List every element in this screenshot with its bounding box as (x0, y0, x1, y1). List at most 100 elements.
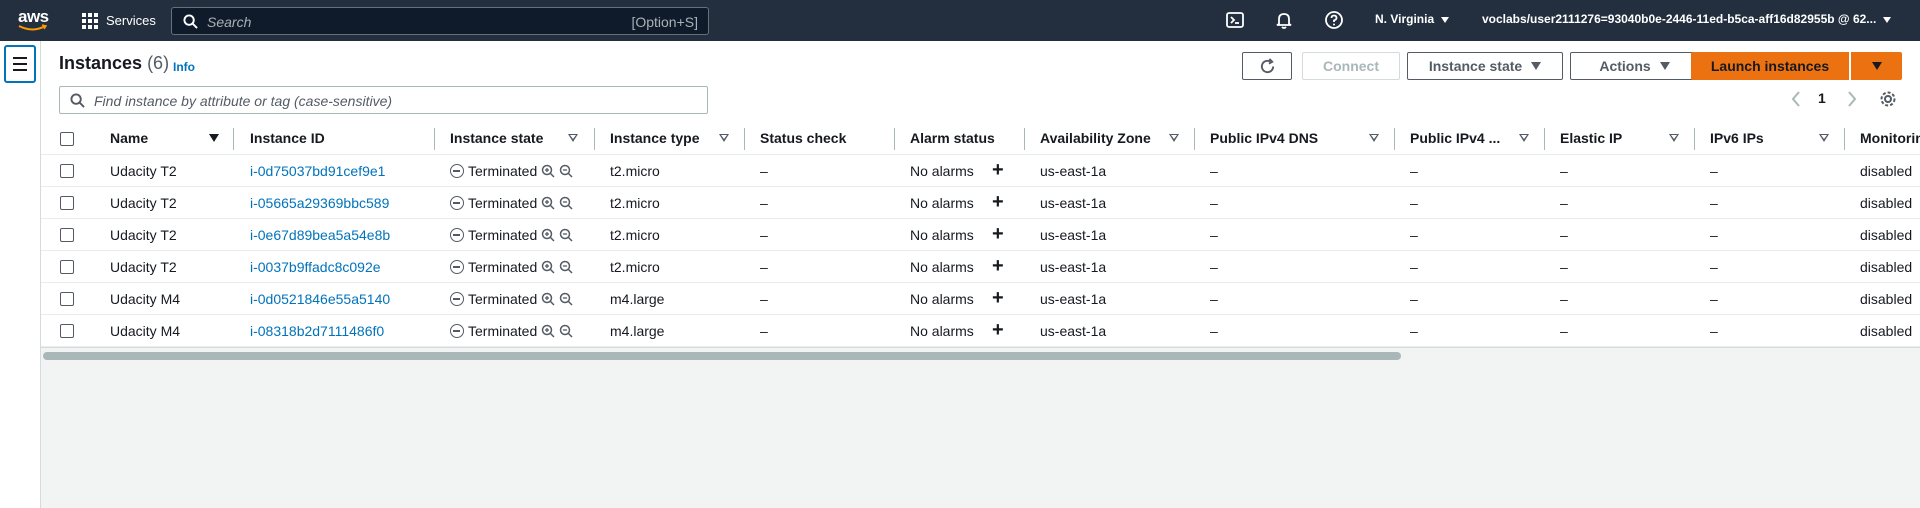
aws-logo[interactable]: aws (18, 7, 52, 33)
row-checkbox[interactable] (60, 324, 74, 338)
add-alarm-icon[interactable]: + (992, 256, 1004, 276)
caret-down-icon (1531, 62, 1542, 70)
zoom-in-icon[interactable] (541, 324, 555, 338)
column-divider[interactable] (434, 128, 435, 150)
connect-label: Connect (1323, 58, 1379, 74)
refresh-button[interactable] (1242, 52, 1292, 80)
actions-label: Actions (1599, 58, 1651, 74)
column-header-public-ipv4[interactable]: Public IPv4 ... (1410, 130, 1500, 146)
menu-toggle-button[interactable] (4, 45, 36, 83)
column-divider[interactable] (233, 128, 234, 150)
column-divider[interactable] (894, 128, 895, 150)
column-divider[interactable] (1024, 128, 1025, 150)
chevron-right-icon[interactable] (1846, 90, 1858, 108)
sort-icon[interactable] (1669, 134, 1679, 142)
table-row[interactable]: Udacity T2 i-0e67d89bea5a54e8b Terminate… (41, 219, 1920, 251)
sort-icon[interactable] (1819, 134, 1829, 142)
column-header-monitoring[interactable]: Monitoring (1860, 130, 1920, 146)
horizontal-scrollbar[interactable] (42, 350, 1920, 360)
account-menu[interactable]: voclabs/user2111276=93040b0e-2446-11ed-b… (1482, 12, 1892, 26)
zoom-in-icon[interactable] (541, 260, 555, 274)
status-check: – (760, 195, 768, 211)
column-divider[interactable] (1694, 128, 1695, 150)
column-header-elastic-ip[interactable]: Elastic IP (1560, 130, 1622, 146)
zoom-in-icon[interactable] (541, 292, 555, 306)
scrollbar-thumb[interactable] (43, 352, 1401, 360)
sort-icon[interactable] (1519, 134, 1529, 142)
column-header-availability-zone[interactable]: Availability Zone (1040, 130, 1151, 146)
instance-filter-input[interactable]: Find instance by attribute or tag (case-… (59, 86, 708, 114)
instance-type: t2.micro (610, 195, 660, 211)
column-divider[interactable] (744, 128, 745, 150)
public-ipv4-dns: – (1210, 291, 1218, 307)
bell-icon[interactable] (1274, 10, 1294, 30)
services-button[interactable]: Services (82, 10, 156, 31)
global-search-input[interactable]: Search [Option+S] (171, 7, 709, 35)
sort-icon[interactable] (568, 134, 578, 142)
column-header-instance-id[interactable]: Instance ID (250, 130, 325, 146)
column-divider[interactable] (1194, 128, 1195, 150)
zoom-out-icon[interactable] (559, 228, 573, 242)
instance-id-link[interactable]: i-0e67d89bea5a54e8b (250, 227, 390, 243)
column-divider[interactable] (1544, 128, 1545, 150)
public-ipv4-dns: – (1210, 259, 1218, 275)
column-header-name[interactable]: Name (110, 130, 148, 146)
table-row[interactable]: Udacity T2 i-05665a29369bbc589 Terminate… (41, 187, 1920, 219)
column-divider[interactable] (594, 128, 595, 150)
table-row[interactable]: Udacity M4 i-0d0521846e55a5140 Terminate… (41, 283, 1920, 315)
sort-icon[interactable] (209, 134, 219, 142)
add-alarm-icon[interactable]: + (992, 192, 1004, 212)
instance-id-link[interactable]: i-08318b2d7111486f0 (250, 323, 384, 339)
launch-instances-dropdown[interactable] (1851, 52, 1902, 80)
zoom-in-icon[interactable] (541, 196, 555, 210)
add-alarm-icon[interactable]: + (992, 288, 1004, 308)
column-header-public-ipv4-dns[interactable]: Public IPv4 DNS (1210, 130, 1318, 146)
search-icon (70, 93, 85, 108)
column-header-status-check[interactable]: Status check (760, 130, 846, 146)
chevron-left-icon[interactable] (1790, 90, 1802, 108)
instance-id-link[interactable]: i-0d75037bd91cef9e1 (250, 163, 385, 179)
instance-state-dropdown[interactable]: Instance state (1407, 52, 1563, 80)
row-checkbox[interactable] (60, 164, 74, 178)
column-header-instance-type[interactable]: Instance type (610, 130, 699, 146)
launch-instances-button[interactable]: Launch instances (1691, 52, 1849, 80)
select-all-checkbox[interactable] (60, 132, 74, 146)
sort-icon[interactable] (1169, 134, 1179, 142)
row-checkbox[interactable] (60, 228, 74, 242)
add-alarm-icon[interactable]: + (992, 320, 1004, 340)
row-checkbox[interactable] (60, 260, 74, 274)
instance-id-link[interactable]: i-0d0521846e55a5140 (250, 291, 390, 307)
region-selector[interactable]: N. Virginia (1375, 12, 1450, 26)
table-row[interactable]: Udacity M4 i-08318b2d7111486f0 Terminate… (41, 315, 1920, 347)
add-alarm-icon[interactable]: + (992, 160, 1004, 180)
sort-icon[interactable] (1369, 134, 1379, 142)
column-header-ipv6-ips[interactable]: IPv6 IPs (1710, 130, 1764, 146)
zoom-out-icon[interactable] (559, 196, 573, 210)
add-alarm-icon[interactable]: + (992, 224, 1004, 244)
connect-button[interactable]: Connect (1302, 52, 1400, 80)
instance-id-link[interactable]: i-0037b9ffadc8c092e (250, 259, 381, 275)
table-row[interactable]: Udacity T2 i-0037b9ffadc8c092e Terminate… (41, 251, 1920, 283)
page-number[interactable]: 1 (1818, 90, 1826, 106)
column-header-instance-state[interactable]: Instance state (450, 130, 543, 146)
instance-id-link[interactable]: i-05665a29369bbc589 (250, 195, 389, 211)
table-row[interactable]: Udacity T2 i-0d75037bd91cef9e1 Terminate… (41, 155, 1920, 187)
actions-dropdown[interactable]: Actions (1570, 52, 1699, 80)
zoom-out-icon[interactable] (559, 324, 573, 338)
column-divider[interactable] (1844, 128, 1845, 150)
stopped-status-icon (450, 228, 464, 242)
column-header-alarm-status[interactable]: Alarm status (910, 130, 995, 146)
help-icon[interactable] (1324, 10, 1344, 30)
row-checkbox[interactable] (60, 196, 74, 210)
zoom-out-icon[interactable] (559, 164, 573, 178)
info-link[interactable]: Info (173, 60, 195, 74)
zoom-out-icon[interactable] (559, 292, 573, 306)
column-divider[interactable] (1394, 128, 1395, 150)
zoom-in-icon[interactable] (541, 228, 555, 242)
zoom-out-icon[interactable] (559, 260, 573, 274)
cloudshell-icon[interactable] (1225, 10, 1245, 30)
zoom-in-icon[interactable] (541, 164, 555, 178)
gear-icon[interactable] (1879, 90, 1897, 108)
row-checkbox[interactable] (60, 292, 74, 306)
sort-icon[interactable] (719, 134, 729, 142)
